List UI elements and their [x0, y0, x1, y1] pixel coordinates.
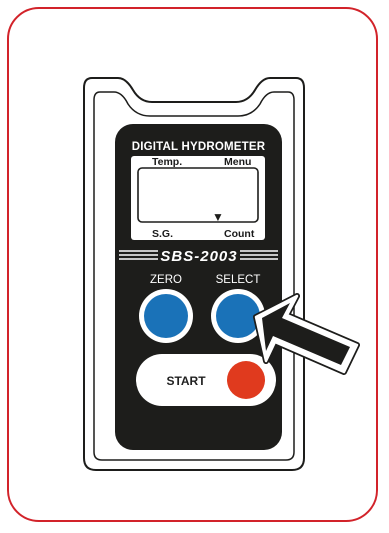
screen-label-menu: Menu [224, 156, 251, 168]
lcd-display-area [137, 167, 259, 223]
screen-label-sg: S.G. [152, 228, 173, 240]
zero-button[interactable] [139, 289, 193, 343]
start-button[interactable] [136, 354, 276, 406]
model-label: SBS-2003 [160, 248, 237, 265]
cursor-triangle-icon: ▼ [212, 210, 224, 224]
device-title: DIGITAL HYDROMETER [132, 141, 266, 153]
select-label: SELECT [216, 274, 261, 286]
zero-label: ZERO [150, 274, 182, 286]
screen-label-temp: Temp. [152, 156, 182, 168]
screen-label-count: Count [224, 228, 255, 240]
hydrometer-device: DIGITAL HYDROMETER Temp. Menu S.G. Count… [83, 77, 360, 471]
start-label: START [166, 374, 206, 388]
